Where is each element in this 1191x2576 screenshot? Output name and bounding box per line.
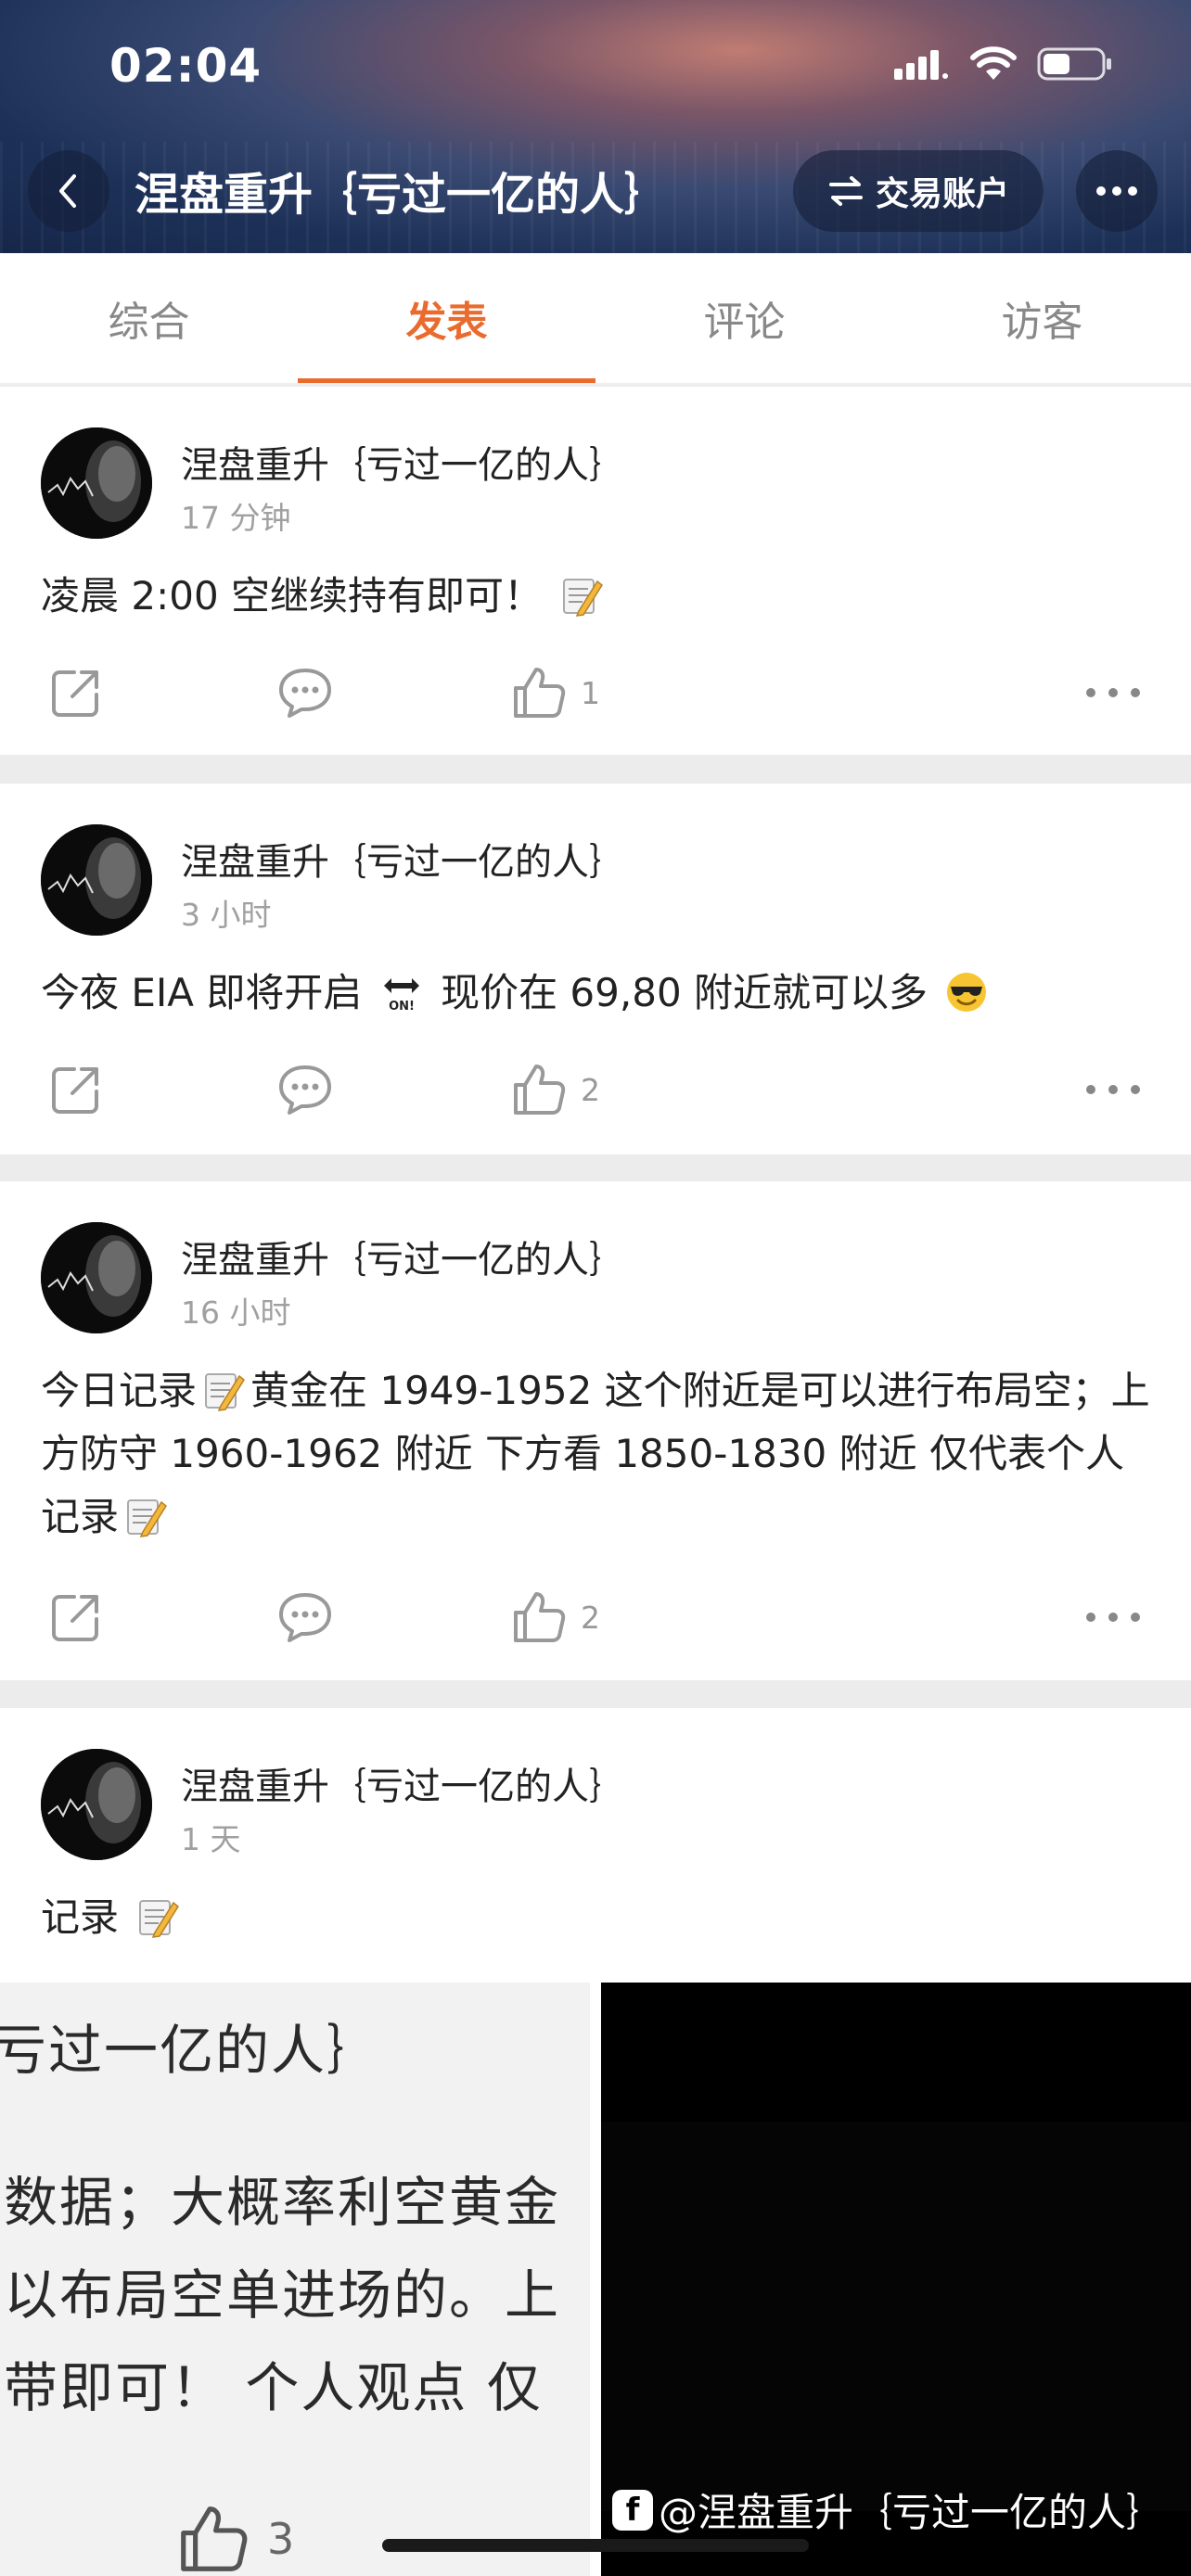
post-image-screenshot[interactable]: 亏过一亿的人｝ 数据；大概率利空黄金 以布局空单进场的。上 带即可！ 个人观点 … bbox=[0, 1983, 590, 2576]
status-time: 02:04 bbox=[109, 39, 263, 93]
like-count: 1 bbox=[581, 674, 600, 711]
avatar[interactable] bbox=[41, 1749, 152, 1860]
share-icon bbox=[52, 1067, 98, 1114]
like-button[interactable]: 2 bbox=[510, 1575, 600, 1659]
comment-icon bbox=[279, 669, 331, 718]
comment-icon bbox=[279, 1593, 331, 1642]
wifi-icon bbox=[970, 46, 1017, 80]
thumbs-up-icon bbox=[181, 2506, 248, 2571]
post-text: 今日记录 黄金在 1949-1952 这个附近是可以进行布局空；上方防守 1960… bbox=[41, 1359, 1154, 1549]
like-button[interactable]: 1 bbox=[510, 651, 600, 734]
comment-button[interactable] bbox=[276, 1575, 334, 1659]
tab-comments[interactable]: 评论 bbox=[596, 253, 893, 383]
post-time: 1 天 bbox=[181, 1821, 241, 1857]
post-card[interactable]: 涅盘重升｛亏过一亿的人｝ 3 小时 今夜 EIA 即将开启 ON! 现价在 69… bbox=[0, 784, 1191, 1154]
post-text-content: 记录 bbox=[41, 1894, 120, 1940]
post-text-content: 今夜 EIA 即将开启 bbox=[41, 970, 363, 1015]
tab-bar: 综合 发表 评论 访客 bbox=[0, 253, 1191, 385]
comment-button[interactable] bbox=[276, 651, 334, 734]
like-button[interactable]: 2 bbox=[510, 1048, 600, 1131]
post-text: 今夜 EIA 即将开启 ON! 现价在 69,80 附近就可以多 bbox=[41, 962, 1154, 1025]
profile-header: 02:04 涅盘重升｛亏过一亿的人｝ 交易账户 bbox=[0, 0, 1191, 253]
post-more-button[interactable] bbox=[1085, 651, 1141, 734]
page-title: 涅盘重升｛亏过一亿的人｝ bbox=[134, 169, 670, 221]
image-like-count: 3 bbox=[267, 2514, 295, 2564]
avatar[interactable] bbox=[41, 427, 152, 539]
thumbs-up-icon bbox=[514, 1065, 566, 1115]
share-button[interactable] bbox=[48, 1048, 104, 1131]
post-time: 3 小时 bbox=[181, 897, 272, 933]
more-options-button[interactable] bbox=[1076, 150, 1158, 232]
avatar[interactable] bbox=[41, 824, 152, 936]
post-text-content: 凌晨 2:00 空继续持有即可！ bbox=[41, 573, 544, 618]
post-author[interactable]: 涅盘重升｛亏过一亿的人｝ bbox=[181, 832, 626, 886]
comment-button[interactable] bbox=[276, 1048, 334, 1131]
more-icon bbox=[1096, 186, 1137, 196]
memo-emoji-icon bbox=[139, 1900, 180, 1938]
tab-posts[interactable]: 发表 bbox=[298, 253, 596, 383]
post-card[interactable]: 涅盘重升｛亏过一亿的人｝ 17 分钟 凌晨 2:00 空继续持有即可！ 1 bbox=[0, 387, 1191, 755]
status-icons bbox=[894, 46, 1113, 82]
post-actions: 2 bbox=[0, 1048, 1191, 1131]
back-button[interactable] bbox=[28, 150, 109, 232]
post-more-button[interactable] bbox=[1085, 1048, 1141, 1131]
more-icon bbox=[1086, 688, 1140, 697]
like-count: 2 bbox=[581, 1599, 600, 1636]
trade-account-label: 交易账户 bbox=[875, 175, 1009, 213]
post-text: 凌晨 2:00 空继续持有即可！ bbox=[41, 565, 1154, 628]
swap-icon bbox=[828, 176, 863, 206]
memo-emoji-icon bbox=[563, 579, 604, 617]
avatar[interactable] bbox=[41, 1222, 152, 1333]
share-icon bbox=[52, 1595, 98, 1641]
watermark-text: @涅盘重升｛亏过一亿的人｝ bbox=[659, 2490, 1166, 2535]
post-time: 17 分钟 bbox=[181, 500, 291, 536]
screen: 02:04 涅盘重升｛亏过一亿的人｝ 交易账户 综合 发表 评论 访客 涅盘重升… bbox=[0, 0, 1191, 2576]
like-count: 2 bbox=[581, 1071, 600, 1108]
memo-emoji-icon bbox=[127, 1499, 168, 1537]
home-indicator[interactable] bbox=[382, 2539, 809, 2552]
signal-icon bbox=[894, 50, 948, 80]
post-author[interactable]: 涅盘重升｛亏过一亿的人｝ bbox=[181, 435, 626, 489]
svg-text:ON!: ON! bbox=[389, 1000, 415, 1014]
post-actions: 2 bbox=[0, 1575, 1191, 1659]
tab-overview[interactable]: 综合 bbox=[0, 253, 298, 383]
chevron-left-icon bbox=[59, 174, 76, 208]
post-more-button[interactable] bbox=[1085, 1575, 1141, 1659]
on-arrow-emoji-icon: ON! bbox=[383, 978, 419, 1014]
post-text: 记录 bbox=[41, 1886, 1154, 1949]
post-author[interactable]: 涅盘重升｛亏过一亿的人｝ bbox=[181, 1756, 626, 1810]
watermark: f @涅盘重升｛亏过一亿的人｝ bbox=[612, 2481, 1165, 2538]
memo-emoji-icon bbox=[205, 1373, 246, 1411]
share-button[interactable] bbox=[48, 651, 104, 734]
tab-visitors[interactable]: 访客 bbox=[893, 253, 1191, 383]
image-like-row: 3 bbox=[176, 2502, 294, 2576]
image-text-line: 亏过一亿的人｝ bbox=[0, 2019, 383, 2082]
thumbs-up-icon bbox=[514, 668, 566, 718]
thumbs-up-icon bbox=[514, 1592, 566, 1642]
image-text-line: 数据；大概率利空黄金 bbox=[4, 2171, 561, 2234]
post-time: 16 小时 bbox=[181, 1294, 291, 1331]
image-dark-band bbox=[601, 2122, 1191, 2511]
post-author[interactable]: 涅盘重升｛亏过一亿的人｝ bbox=[181, 1230, 626, 1283]
share-button[interactable] bbox=[48, 1575, 104, 1659]
post-actions: 1 bbox=[0, 651, 1191, 734]
image-text-line: 以布局空单进场的。上 bbox=[4, 2264, 561, 2327]
battery-icon bbox=[1037, 47, 1111, 81]
post-text-content: 今日记录 bbox=[41, 1368, 198, 1413]
more-icon bbox=[1086, 1613, 1140, 1622]
share-icon bbox=[52, 670, 98, 717]
more-icon bbox=[1086, 1085, 1140, 1094]
app-logo-icon: f bbox=[612, 2489, 653, 2531]
sunglasses-emoji-icon bbox=[947, 973, 987, 1012]
post-text-content: 现价在 69,80 附近就可以多 bbox=[441, 970, 928, 1015]
image-text-line: 带即可！ 个人观点 仅 bbox=[4, 2356, 543, 2419]
trade-account-button[interactable]: 交易账户 bbox=[793, 150, 1044, 232]
post-card[interactable]: 涅盘重升｛亏过一亿的人｝ 16 小时 今日记录 黄金在 1949-1952 这个附… bbox=[0, 1181, 1191, 1680]
comment-icon bbox=[279, 1065, 331, 1115]
